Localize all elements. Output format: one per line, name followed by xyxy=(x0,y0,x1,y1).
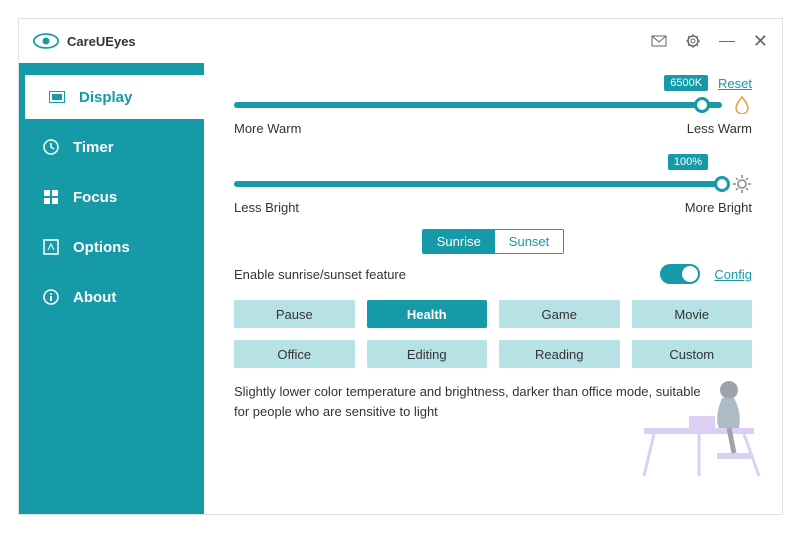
color-temp-left-label: More Warm xyxy=(234,121,301,136)
grid-icon xyxy=(43,189,59,205)
sidebar-item-timer[interactable]: Timer xyxy=(19,125,204,169)
sidebar-item-focus[interactable]: Focus xyxy=(19,175,204,219)
clock-icon xyxy=(43,139,59,155)
sidebar-item-about[interactable]: About xyxy=(19,275,204,319)
brightness-left-label: Less Bright xyxy=(234,200,299,215)
logo-icon xyxy=(33,33,59,49)
color-temp-block: 6500K Reset More Warm Less Warm xyxy=(234,75,752,136)
sunrise-button[interactable]: Sunrise xyxy=(423,230,495,253)
sunset-button[interactable]: Sunset xyxy=(495,230,563,253)
brightness-block: 100% Less Bright More Bright xyxy=(234,154,752,215)
reset-link[interactable]: Reset xyxy=(718,76,752,91)
sidebar-item-label: Timer xyxy=(73,139,114,156)
color-temp-slider[interactable] xyxy=(234,93,722,117)
color-temp-right-label: Less Warm xyxy=(687,121,752,136)
sun-icon xyxy=(732,175,752,193)
brightness-slider[interactable] xyxy=(234,172,722,196)
sidebar: Display Timer Focus Options About xyxy=(19,63,204,514)
enable-sunrise-label: Enable sunrise/sunset feature xyxy=(234,267,406,282)
mode-editing-button[interactable]: Editing xyxy=(367,340,488,368)
close-icon[interactable]: ✕ xyxy=(753,32,768,50)
options-icon xyxy=(43,239,59,255)
drop-icon xyxy=(732,96,752,114)
display-icon xyxy=(49,89,65,105)
mode-movie-button[interactable]: Movie xyxy=(632,300,753,328)
content: Display Timer Focus Options About xyxy=(19,63,782,514)
mode-pause-button[interactable]: Pause xyxy=(234,300,355,328)
app-window: CareUEyes ✕ Display Timer Focus Op xyxy=(18,18,783,515)
app-name: CareUEyes xyxy=(67,34,136,49)
titlebar: CareUEyes ✕ xyxy=(19,19,782,63)
mode-custom-button[interactable]: Custom xyxy=(632,340,753,368)
color-temp-value: 6500K xyxy=(664,75,708,91)
sidebar-item-label: Display xyxy=(79,89,132,106)
main-panel: 6500K Reset More Warm Less Warm xyxy=(204,63,782,514)
mode-reading-button[interactable]: Reading xyxy=(499,340,620,368)
sidebar-item-display[interactable]: Display xyxy=(25,75,204,119)
mode-health-button[interactable]: Health xyxy=(367,300,488,328)
sunrise-sunset-segmented: Sunrise Sunset xyxy=(234,229,752,254)
enable-sunrise-row: Enable sunrise/sunset feature Config xyxy=(234,264,752,284)
info-icon xyxy=(43,289,59,305)
sidebar-item-options[interactable]: Options xyxy=(19,225,204,269)
sidebar-item-label: About xyxy=(73,289,116,306)
mode-game-button[interactable]: Game xyxy=(499,300,620,328)
enable-sunrise-toggle[interactable] xyxy=(660,264,700,284)
config-link[interactable]: Config xyxy=(714,267,752,282)
mode-office-button[interactable]: Office xyxy=(234,340,355,368)
brightness-right-label: More Bright xyxy=(685,200,752,215)
titlebar-actions: ✕ xyxy=(651,32,768,50)
decoration-person xyxy=(634,368,774,478)
gear-icon[interactable] xyxy=(685,33,701,49)
modes-grid: Pause Health Game Movie Office Editing Reading… xyxy=(234,300,752,368)
sidebar-item-label: Focus xyxy=(73,189,117,206)
minimize-icon[interactable] xyxy=(719,41,735,42)
brightness-value: 100% xyxy=(668,154,708,170)
sidebar-item-label: Options xyxy=(73,239,130,256)
mail-icon[interactable] xyxy=(651,33,667,49)
